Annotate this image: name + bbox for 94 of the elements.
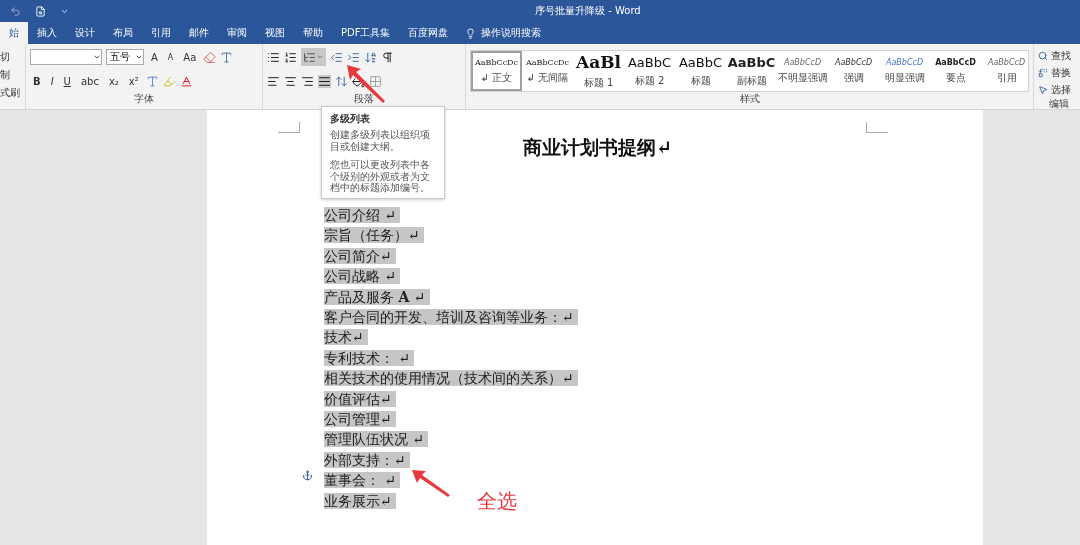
ribbon-tab[interactable]: 帮助 <box>294 22 332 44</box>
style-item[interactable]: AaBbC 标题 <box>675 51 726 91</box>
clipboard-command[interactable]: 制 <box>0 68 25 82</box>
arrow-drawing <box>410 468 452 498</box>
paragraph: 业务展示↵ <box>324 492 396 509</box>
font-name-field[interactable] <box>30 49 102 65</box>
ribbon-tab[interactable]: 始 <box>0 22 28 44</box>
clear-format-icon[interactable] <box>203 50 217 64</box>
style-item[interactable]: AaBbC 副标题 <box>726 51 777 91</box>
style-item[interactable]: AaBbCcDc ↲ 正文 <box>471 51 522 91</box>
ribbon-tab[interactable]: 插入 <box>28 22 66 44</box>
pointer-icon <box>1038 84 1048 95</box>
ribbon-tab[interactable]: 邮件 <box>180 22 218 44</box>
editing-command[interactable]: 替换 <box>1038 65 1080 80</box>
sort-icon[interactable] <box>364 50 377 64</box>
numbering-icon[interactable] <box>284 50 297 64</box>
group-label: 段落 <box>354 92 374 106</box>
style-item[interactable]: AaBbCcDc ↲ 无间隔 <box>522 51 573 91</box>
tooltip-text: 创建多级列表以组织项目或创建大纲。 <box>330 129 431 152</box>
paragraph: 宗旨（任务）↵ <box>324 227 424 244</box>
format-button[interactable]: x₂ <box>105 75 122 87</box>
style-item[interactable]: AaBbC 标题 2 <box>624 51 675 91</box>
justify-icon[interactable] <box>318 74 331 88</box>
ribbon-tab[interactable]: 视图 <box>256 22 294 44</box>
ribbon-tab[interactable]: 百度网盘 <box>399 22 458 44</box>
font-color-icon[interactable] <box>179 74 193 88</box>
group-label: 字体 <box>134 92 154 106</box>
paragraph: 客户合同的开发、培训及咨询等业务：↵ <box>324 309 578 326</box>
increase-indent-icon[interactable] <box>347 50 360 64</box>
annotation-text: 全选 <box>477 488 517 515</box>
paragraph: 公司管理↵ <box>324 411 396 428</box>
editing-command[interactable]: 选择 <box>1038 82 1080 97</box>
paragraph: 专利技术： ↵ <box>324 349 415 366</box>
tell-me-search[interactable]: 操作说明搜索 <box>457 22 550 44</box>
paragraph: 董事会： ↵ <box>324 472 401 489</box>
editing-command[interactable]: 查找 <box>1038 48 1080 63</box>
format-button[interactable]: U <box>60 75 74 87</box>
font-size-button[interactable]: Aa <box>180 51 200 63</box>
style-item[interactable]: AaBbCcD 明显强调 <box>879 51 930 91</box>
style-item[interactable]: AaBbCcD 不明显强调 <box>777 51 828 91</box>
multilevel-list-button[interactable] <box>301 48 326 66</box>
bullets-icon[interactable] <box>267 50 280 64</box>
caret-icon[interactable] <box>135 53 143 61</box>
ribbon-tab[interactable]: 引用 <box>142 22 180 44</box>
align-right-icon[interactable] <box>301 74 314 88</box>
font-size-field[interactable]: 五号 <box>106 49 144 65</box>
format-button[interactable]: B <box>30 75 44 87</box>
align-left-icon[interactable] <box>267 74 280 88</box>
ribbon-tab[interactable]: PDF工具集 <box>332 22 400 44</box>
show-marks-icon[interactable] <box>381 50 394 64</box>
group-label: 样式 <box>739 92 760 106</box>
clipboard-command[interactable]: 切 <box>0 50 25 64</box>
undo-icon[interactable] <box>10 5 21 17</box>
document-title: 商业计划书提纲↵ <box>523 135 672 160</box>
paragraph: 公司介绍 ↵ <box>324 207 401 223</box>
paragraph: 公司战略 ↵ <box>324 268 401 285</box>
text-effect-icon[interactable] <box>145 74 159 88</box>
paragraph: 产品及服务 A ↵ <box>324 288 430 305</box>
paragraph: 公司简介↵ <box>324 247 396 264</box>
style-item[interactable]: AaBbCcD 引用 <box>981 51 1032 91</box>
caret-icon[interactable] <box>93 53 101 61</box>
clipboard-command[interactable]: 式刷 <box>0 86 25 100</box>
margin-mark <box>278 122 300 133</box>
paragraph: 外部支持：↵ <box>324 451 410 468</box>
window-title: 序号批量升降级 - Word <box>535 4 641 18</box>
ribbon-tab[interactable]: 审阅 <box>218 22 256 44</box>
font-size-button[interactable]: A <box>148 51 161 63</box>
format-button[interactable]: x² <box>125 75 142 87</box>
format-button[interactable]: I <box>47 75 57 87</box>
align-center-icon[interactable] <box>284 74 297 88</box>
decrease-indent-icon[interactable] <box>330 50 343 64</box>
paragraph: 管理队伍状况 ↵ <box>324 431 429 448</box>
tooltip-title: 多级列表 <box>330 112 371 126</box>
ribbon-tab[interactable]: 设计 <box>66 22 104 44</box>
style-item[interactable]: AaBl 标题 1 <box>573 51 624 91</box>
style-item[interactable]: AaBbCcD 要点 <box>930 51 981 91</box>
tooltip-text: 您也可以更改列表中各个级别的外观或者为文档中的标题添加编号。 <box>330 159 431 194</box>
search-icon <box>1038 50 1048 61</box>
format-button[interactable]: abc <box>77 75 102 87</box>
phonetic-icon[interactable] <box>220 50 234 64</box>
font-size-button[interactable]: A <box>164 52 177 62</box>
multilevel-list-icon <box>303 50 316 64</box>
replace-icon <box>1038 67 1048 78</box>
paragraph: 价值评估↵ <box>324 390 396 407</box>
ribbon-tab[interactable]: 布局 <box>104 22 142 44</box>
group-label: 编辑 <box>1049 97 1069 111</box>
lightbulb-icon <box>465 27 477 39</box>
paragraph: 技术↵ <box>324 329 368 346</box>
paragraph: 相关技术的使用情况（技术间的关系）↵ <box>324 370 578 387</box>
anchor-icon <box>302 470 313 481</box>
style-item[interactable]: AaBbCcD 强调 <box>828 51 879 91</box>
margin-mark <box>866 122 888 133</box>
arrow-drawing <box>346 64 386 104</box>
print-preview-icon[interactable] <box>35 5 46 17</box>
